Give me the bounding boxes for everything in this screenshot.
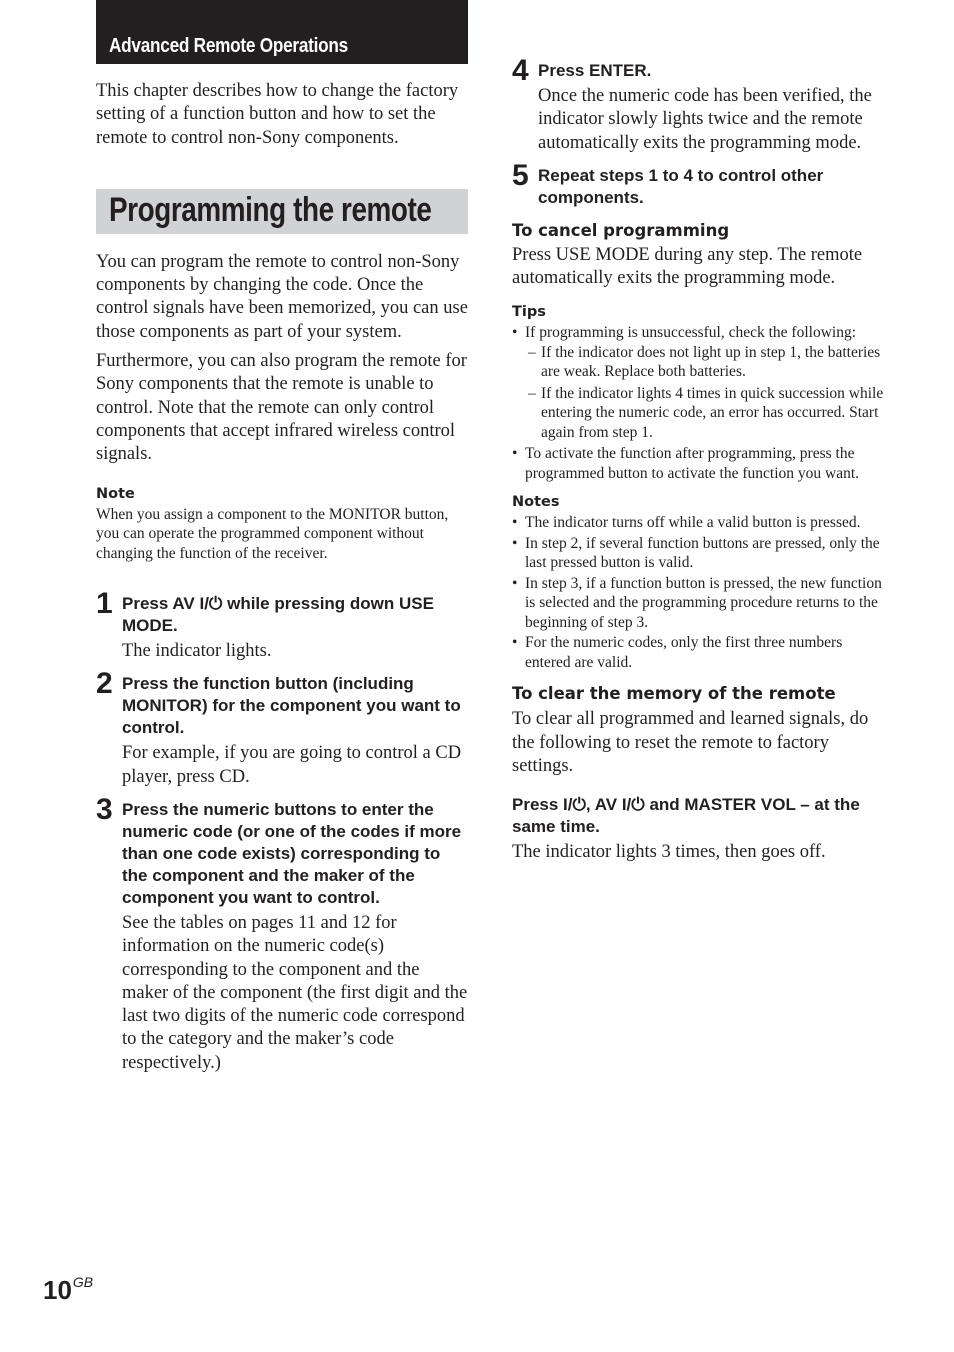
notes-heading: Notes (512, 494, 560, 511)
step-body: The indicator lights. (122, 641, 272, 662)
page-number: 10GB (43, 1274, 94, 1305)
right-column: 4 Press ENTER. Once the numeric code has… (512, 0, 884, 865)
chapter-header: Advanced Remote Operations (96, 0, 468, 64)
cancel-heading: To cancel programming (512, 220, 730, 240)
tips-heading: Tips (512, 304, 546, 321)
tip-subitem: – If the indicator lights 4 times in quic… (528, 384, 884, 441)
note-heading: Note (96, 485, 135, 502)
page-suffix: GB (72, 1274, 94, 1290)
step-heading: Press the numeric buttons to enter the n… (122, 799, 462, 907)
tip-item: To activate the function after programmi… (512, 444, 884, 483)
paragraph: Furthermore, you can also program the re… (96, 351, 467, 465)
left-column: Advanced Remote Operations This chapter … (96, 0, 468, 1075)
note-item: In step 2, if several function buttons a… (512, 534, 884, 573)
step-number: 1 (96, 587, 113, 621)
notes-list: The indicator turns off while a valid bu… (512, 513, 884, 672)
step-number: 4 (512, 54, 529, 87)
clear-text: To clear all programmed and learned sign… (512, 709, 869, 777)
tip-item: If programming is unsuccessful, check th… (512, 323, 884, 343)
chapter-title: Advanced Remote Operations (109, 35, 348, 57)
chapter-intro: This chapter describes how to change the… (96, 81, 459, 148)
step-3: 3 Press the numeric buttons to enter the… (96, 794, 468, 1075)
step-number: 5 (512, 158, 529, 192)
note-item: The indicator turns off while a valid bu… (512, 513, 884, 533)
step-body: Once the numeric code has been verified,… (538, 86, 872, 153)
step-body: For example, if you are going to control… (122, 743, 462, 787)
clear-result: The indicator lights 3 times, then goes … (512, 842, 826, 863)
tips-list: If programming is unsuccessful, check th… (512, 323, 884, 483)
section-title: Programming the remote (109, 190, 432, 229)
step-number: 2 (96, 667, 113, 701)
paragraph: You can program the remote to control no… (96, 251, 468, 342)
step-heading: Press the function button (including MON… (122, 674, 461, 738)
step-4: 4 Press ENTER. Once the numeric code has… (512, 56, 884, 155)
step-5: 5 Repeat steps 1 to 4 to control other c… (512, 160, 884, 209)
step-1: 1 Press AV I/⏻ while pressing down USE M… (96, 589, 468, 663)
step-heading: Press ENTER. (538, 61, 652, 80)
step-heading: Press AV I/⏻ while pressing down USE MOD… (122, 594, 434, 636)
cancel-text: Press USE MODE during any step. The remo… (512, 244, 863, 289)
step-heading: Repeat steps 1 to 4 to control other com… (538, 165, 824, 207)
step-body: See the tables on pages 11 and 12 for in… (122, 912, 468, 1073)
section-header: Programming the remote (96, 188, 468, 234)
tip-subitem: – If the indicator does not light up in s… (528, 343, 881, 381)
clear-instruction: Press I/⏻, AV I/⏻ and MASTER VOL – at th… (512, 795, 860, 837)
note-item: For the numeric codes, only the first th… (512, 633, 884, 672)
step-2: 2 Press the function button (including M… (96, 669, 468, 789)
note-text: When you assign a component to the MONIT… (96, 505, 449, 562)
step-number: 3 (96, 792, 113, 826)
note-item: In step 3, if a function button is press… (512, 574, 884, 633)
clear-heading: To clear the memory of the remote (512, 684, 836, 704)
